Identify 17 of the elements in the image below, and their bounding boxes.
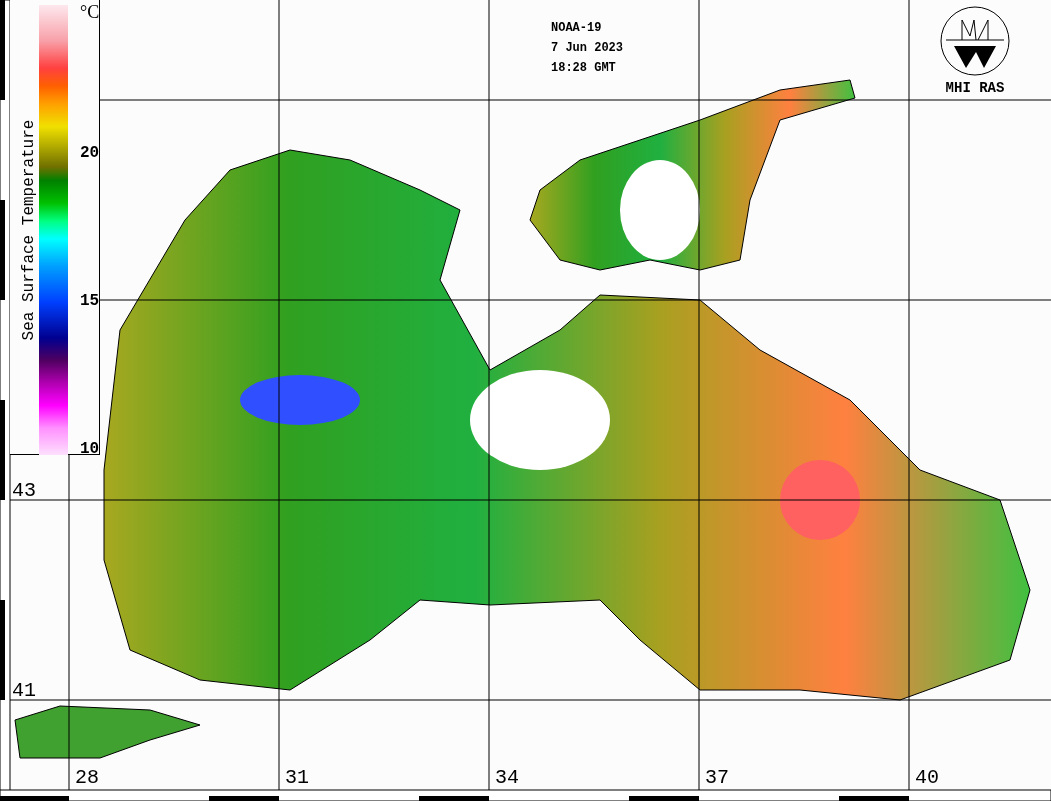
- latitude-label: 43: [12, 478, 36, 502]
- longitude-label: 40: [915, 766, 939, 789]
- logo-text: MHI RAS: [945, 80, 1005, 96]
- unit-label: °C: [80, 2, 100, 23]
- scale-tick-label: 15: [80, 292, 100, 310]
- logo-icon: [940, 6, 1010, 76]
- legend-title: Sea Surface Temperature: [20, 119, 38, 341]
- image-info-text: NOAA-19: [551, 20, 603, 36]
- longitude-label: 31: [285, 766, 309, 789]
- longitude-label: 34: [495, 766, 519, 789]
- image-info-text: 18:28 GMT: [551, 60, 617, 76]
- scale-tick-label: 20: [80, 144, 100, 162]
- longitude-label: 28: [75, 766, 99, 789]
- scale-tick-label: 10: [80, 440, 100, 458]
- longitude-label: 37: [705, 766, 729, 789]
- image-info-text: 7 Jun 2023: [551, 40, 623, 56]
- latitude-label: 41: [12, 678, 36, 702]
